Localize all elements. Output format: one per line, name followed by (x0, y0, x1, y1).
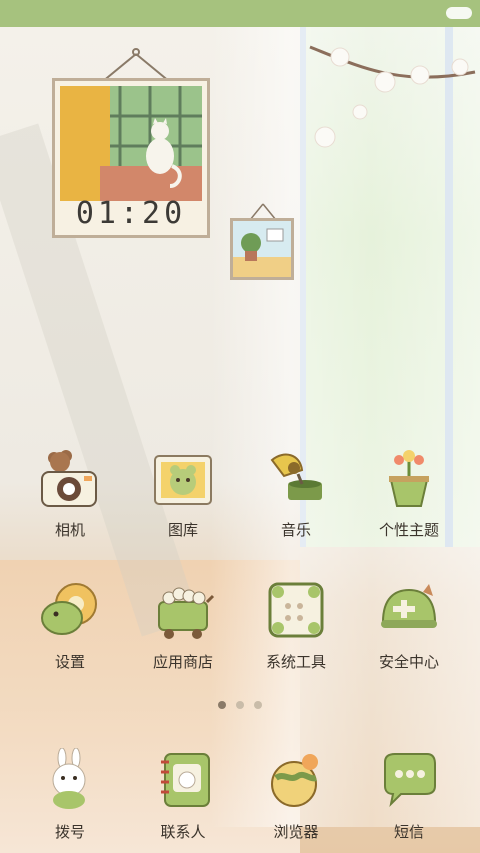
app-label: 应用商店 (152, 653, 213, 671)
app-themes[interactable]: 个性主题 (354, 446, 464, 540)
app-store[interactable]: 应用商店 (128, 578, 238, 672)
app-label: 个性主题 (378, 521, 439, 539)
app-label: 图库 (167, 521, 198, 539)
app-system-tools[interactable]: 系统工具 (241, 578, 351, 672)
app-contacts[interactable]: 联系人 (128, 748, 238, 842)
app-label: 安全中心 (378, 653, 439, 671)
app-settings[interactable]: 设置 (15, 578, 125, 672)
app-messages[interactable]: 短信 (354, 748, 464, 842)
music-icon (270, 453, 322, 500)
theme-icon (389, 450, 429, 507)
app-label: 短信 (393, 823, 424, 841)
app-music[interactable]: 音乐 (241, 446, 351, 540)
app-dialer[interactable]: 拨号 (15, 747, 125, 842)
app-label: 相机 (54, 521, 85, 539)
contacts-icon (161, 753, 210, 807)
camera-icon (41, 450, 97, 507)
app-grid: 相机 图库 音乐 个性主题 设置 应用商店 系统工具 安全中心 拨号 联系人 浏… (0, 0, 480, 853)
system-tools-icon (268, 582, 324, 638)
browser-icon (271, 754, 318, 807)
app-label: 设置 (54, 653, 85, 671)
app-store-icon (158, 587, 215, 639)
app-gallery[interactable]: 图库 (128, 446, 238, 540)
app-camera[interactable]: 相机 (15, 446, 125, 540)
app-browser[interactable]: 浏览器 (241, 748, 351, 842)
dialer-icon (52, 747, 86, 809)
app-label: 音乐 (280, 521, 311, 539)
settings-icon (41, 583, 97, 635)
app-label: 浏览器 (273, 823, 319, 841)
app-label: 系统工具 (265, 653, 326, 671)
app-security-center[interactable]: 安全中心 (354, 578, 464, 672)
gallery-icon (154, 455, 212, 505)
page-indicator[interactable] (212, 700, 268, 710)
security-center-icon (381, 584, 437, 628)
app-label: 联系人 (160, 823, 206, 841)
app-label: 拨号 (54, 823, 85, 841)
messages-icon (384, 753, 436, 808)
